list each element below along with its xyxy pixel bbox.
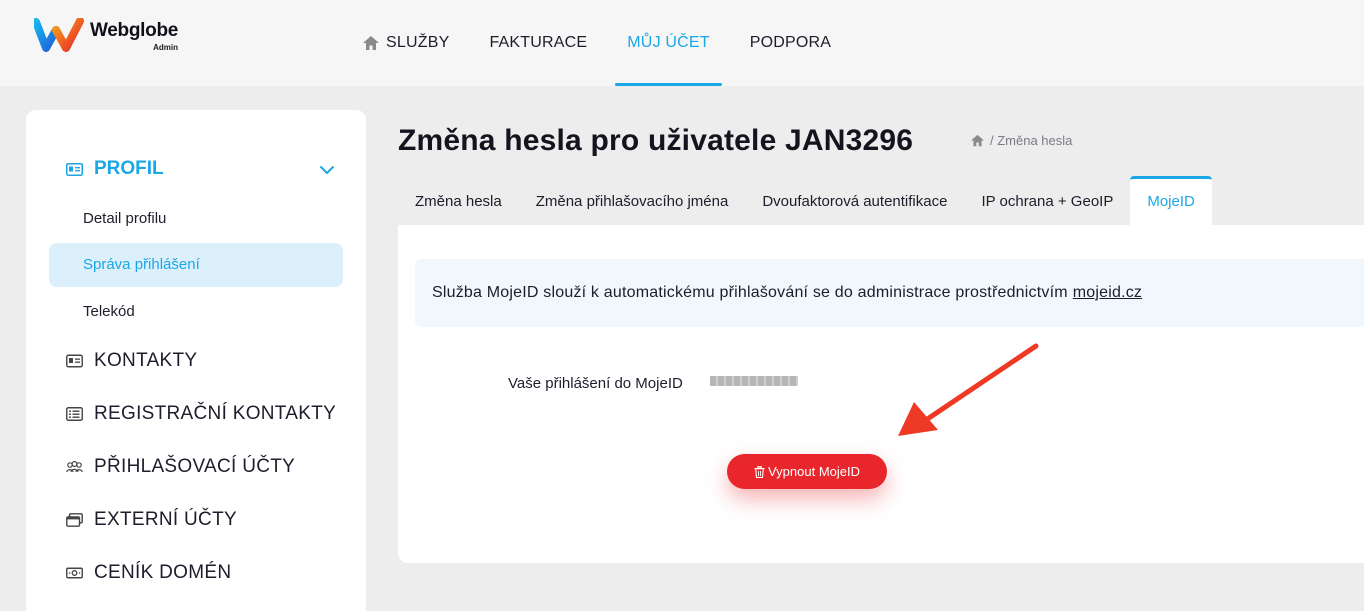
sidebar-section-label: PROFIL [94,158,164,179]
mojeid-link[interactable]: mojeid.cz [1073,284,1142,302]
nav-label: MŮJ ÚČET [627,34,710,51]
sidebar-section-profil[interactable]: PROFIL [66,158,164,180]
money-icon [66,567,83,579]
breadcrumb-current: / Změna hesla [990,133,1073,148]
id-card-icon [66,162,83,176]
nav-item-fakturace[interactable]: FAKTURACE [489,0,587,86]
nav-label: FAKTURACE [489,34,588,51]
mojeid-login-label: Vaše přihlášení do MojeID [508,375,683,392]
tab-mojeid[interactable]: MojeID [1130,176,1212,226]
sidebar-item-prihlasovaci-ucty[interactable]: PŘIHLAŠOVACÍ ÚČTY [66,456,295,478]
home-icon[interactable] [970,134,985,147]
annotation-arrow-icon [898,343,1039,436]
top-bar: Webglobe Admin SLUŽBY FAKTURACE MŮJ ÚČET… [0,0,1364,86]
sidebar: PROFIL Detail profilu Správa přihlášení … [26,110,366,611]
tab-bar: Změna hesla Změna přihlašovacího jména D… [398,176,1212,226]
windows-icon [66,513,83,527]
brand-name: Webglobe [90,20,179,41]
nav-item-podpora[interactable]: PODPORA [750,0,831,86]
sidebar-item-label: KONTAKTY [94,350,198,371]
sidebar-item-cenik-domen[interactable]: CENÍK DOMÉN [66,562,231,584]
sidebar-item-label: EXTERNÍ ÚČTY [94,509,237,530]
sidebar-item-telekod[interactable]: Telekód [83,303,135,320]
users-icon [66,460,83,473]
sidebar-item-detail-profilu[interactable]: Detail profilu [83,210,166,227]
masked-login-value [710,376,798,386]
disable-mojeid-label: Vypnout MojeID [767,464,860,479]
sidebar-item-label: CENÍK DOMÉN [94,562,232,583]
nav-label: PODPORA [749,34,832,51]
sidebar-item-registracni-kontakty[interactable]: REGISTRAČNÍ KONTAKTY [66,403,336,425]
page-title: Změna hesla pro uživatele JAN3296 [398,124,914,157]
sidebar-item-sprava-prihlaseni[interactable]: Správa přihlášení [83,256,200,273]
nav-label: SLUŽBY [386,34,450,51]
trash-icon [754,465,765,478]
nav-item-muj-ucet[interactable]: MŮJ ÚČET [615,0,723,86]
main-nav: SLUŽBY FAKTURACE MŮJ ÚČET PODPORA [362,0,831,86]
disable-mojeid-button[interactable]: Vypnout MojeID [727,454,887,489]
brand-logo[interactable]: Webglobe Admin [34,18,178,52]
sidebar-item-label: PŘIHLAŠOVACÍ ÚČTY [94,456,296,477]
info-box: Služba MojeID slouží k automatickému při… [415,259,1364,327]
tab-dvoufaktorova-autentifikace[interactable]: Dvoufaktorová autentifikace [745,176,964,226]
mojeid-panel: Služba MojeID slouží k automatickému při… [398,225,1364,563]
tab-ip-ochrana[interactable]: IP ochrana + GeoIP [964,176,1130,226]
brand-subtitle: Admin [153,43,179,52]
info-text: Služba MojeID slouží k automatickému při… [432,284,1068,301]
sidebar-item-externi-ucty[interactable]: EXTERNÍ ÚČTY [66,509,237,531]
contact-card-icon [66,354,83,368]
nav-item-sluzby[interactable]: SLUŽBY [362,0,449,86]
sidebar-item-kontakty[interactable]: KONTAKTY [66,350,197,372]
list-icon [66,407,83,421]
tab-zmena-hesla[interactable]: Změna hesla [398,176,519,226]
home-icon [363,36,379,50]
breadcrumb: / Změna hesla [970,133,1072,148]
sidebar-item-label: REGISTRAČNÍ KONTAKTY [94,403,337,424]
chevron-down-icon[interactable] [319,162,335,178]
webglobe-logo-icon [34,18,84,52]
tab-zmena-prihlasovaciho-jmena[interactable]: Změna přihlašovacího jména [519,176,746,226]
